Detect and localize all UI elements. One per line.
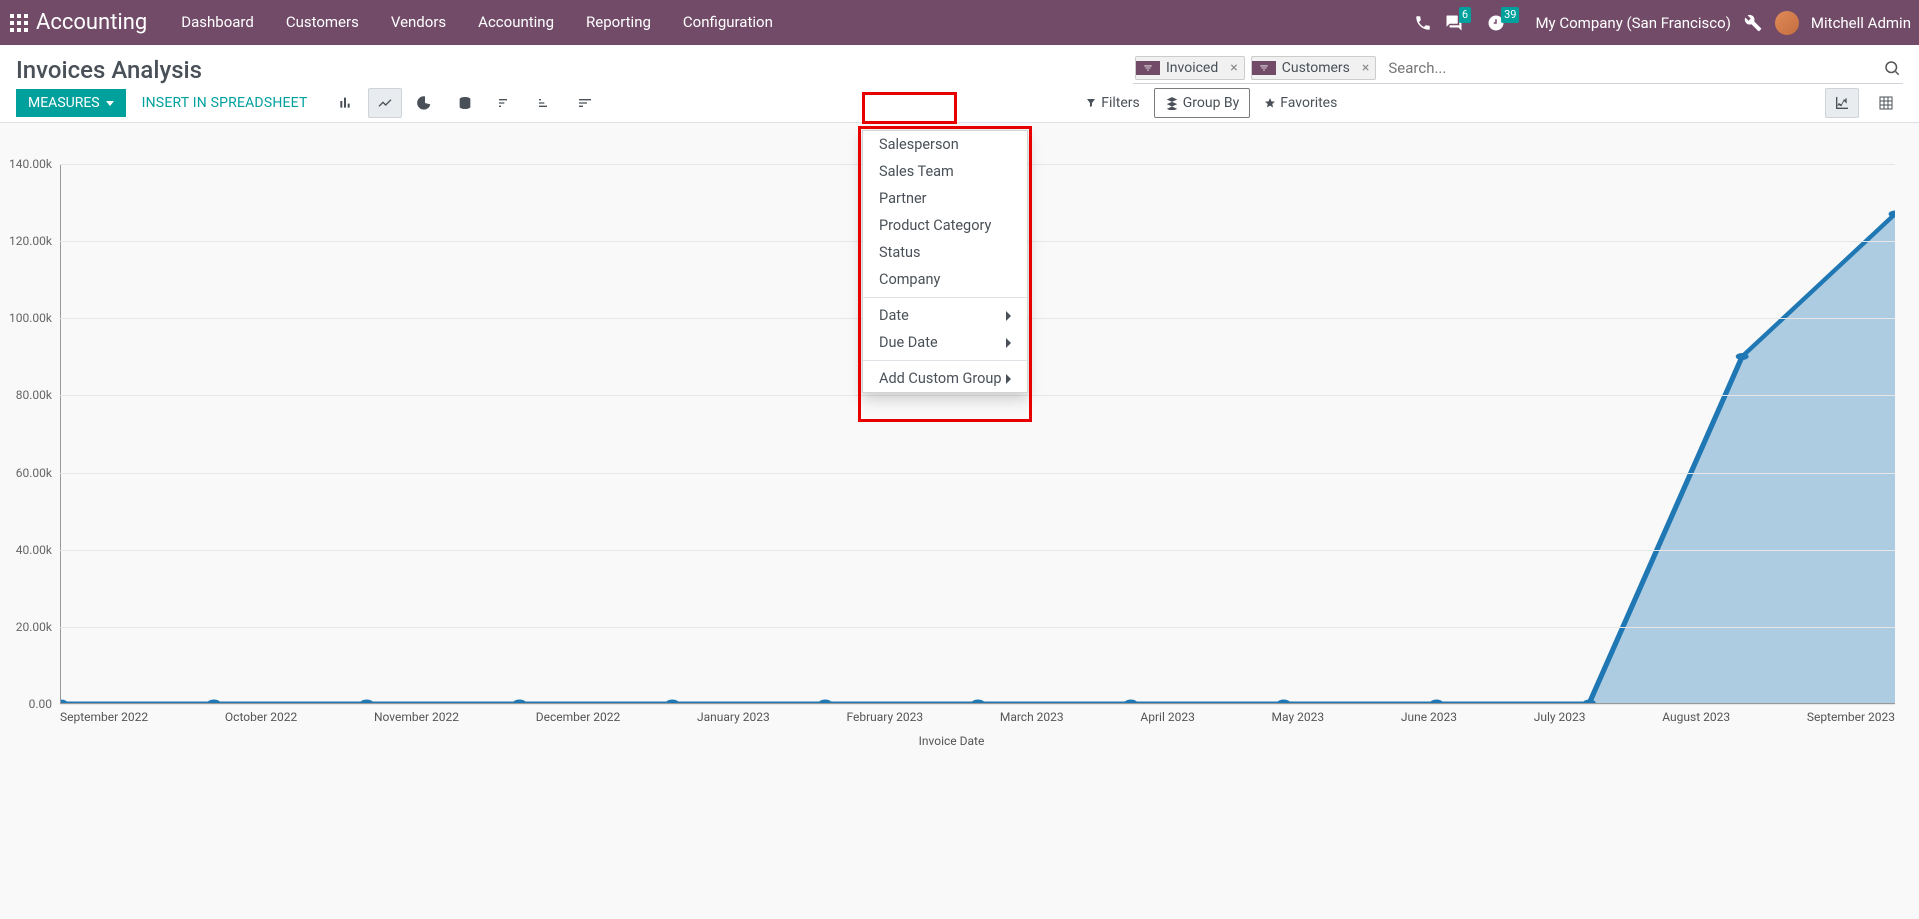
gridline xyxy=(60,550,1895,551)
gridline xyxy=(60,627,1895,628)
groupby-dropdown: Salesperson Sales Team Partner Product C… xyxy=(862,130,1028,393)
caret-right-icon xyxy=(1006,311,1011,321)
pivot-view-button[interactable] xyxy=(1869,88,1903,118)
sort-button[interactable] xyxy=(568,88,602,118)
search-icon[interactable] xyxy=(1881,57,1903,79)
bar-chart-button[interactable] xyxy=(328,88,362,118)
nav-links: Dashboard Customers Vendors Accounting R… xyxy=(167,0,787,45)
line-chart-button[interactable] xyxy=(368,88,402,118)
x-tick: February 2023 xyxy=(846,704,923,724)
messages-badge: 6 xyxy=(1459,7,1471,23)
y-tick: 100.00k xyxy=(9,311,52,325)
nav-link-dashboard[interactable]: Dashboard xyxy=(167,0,268,45)
x-tick: March 2023 xyxy=(1000,704,1064,724)
x-axis-label: Invoice Date xyxy=(0,734,1903,748)
x-axis: September 2022 October 2022 November 2022 D… xyxy=(60,704,1895,724)
debug-icon[interactable] xyxy=(1743,13,1763,33)
facet-remove[interactable]: × xyxy=(1224,57,1243,79)
x-tick: January 2023 xyxy=(697,704,770,724)
funnel-icon xyxy=(1252,61,1276,75)
ascending-button[interactable] xyxy=(488,88,522,118)
y-axis: 0.0020.00k40.00k60.00k80.00k100.00k120.0… xyxy=(0,164,60,704)
search-facet-customers: Customers × xyxy=(1251,56,1377,80)
groupby-item-salesperson[interactable]: Salesperson xyxy=(863,131,1027,158)
x-tick: April 2023 xyxy=(1140,704,1194,724)
x-tick: June 2023 xyxy=(1401,704,1457,724)
x-tick: September 2022 xyxy=(60,704,148,724)
groupby-item-productcategory[interactable]: Product Category xyxy=(863,212,1027,239)
groupby-item-date[interactable]: Date xyxy=(863,302,1027,329)
search-facet-invoiced: Invoiced × xyxy=(1135,56,1245,80)
avatar[interactable] xyxy=(1775,11,1799,35)
caret-down-icon xyxy=(106,101,114,106)
y-tick: 20.00k xyxy=(16,620,52,634)
y-tick: 80.00k xyxy=(16,388,52,402)
groupby-item-status[interactable]: Status xyxy=(863,239,1027,266)
apps-icon[interactable] xyxy=(8,12,30,34)
y-tick: 120.00k xyxy=(9,234,52,248)
view-switcher xyxy=(1821,88,1903,118)
search-input[interactable] xyxy=(1382,55,1875,81)
x-tick: October 2022 xyxy=(225,704,297,724)
favorites-button[interactable]: Favorites xyxy=(1254,89,1347,117)
y-tick: 40.00k xyxy=(16,543,52,557)
x-tick: November 2022 xyxy=(374,704,459,724)
pie-chart-button[interactable] xyxy=(408,88,442,118)
company-selector[interactable]: My Company (San Francisco) xyxy=(1535,14,1730,32)
nav-link-accounting[interactable]: Accounting xyxy=(464,0,568,45)
groupby-item-company[interactable]: Company xyxy=(863,266,1027,293)
x-tick: May 2023 xyxy=(1272,704,1325,724)
x-tick: July 2023 xyxy=(1534,704,1586,724)
gridline xyxy=(60,473,1895,474)
control-panel: Invoices Analysis Invoiced × Customers × xyxy=(0,45,1919,123)
facet-remove[interactable]: × xyxy=(1356,57,1375,79)
groupby-item-salesteam[interactable]: Sales Team xyxy=(863,158,1027,185)
groupby-button[interactable]: Group By xyxy=(1154,88,1251,118)
y-tick: 140.00k xyxy=(9,157,52,171)
x-tick: September 2023 xyxy=(1807,704,1895,724)
measures-button[interactable]: MEASURES xyxy=(16,89,126,117)
nav-link-configuration[interactable]: Configuration xyxy=(669,0,787,45)
graph-view-button[interactable] xyxy=(1825,88,1859,118)
support-icon[interactable] xyxy=(1413,13,1433,33)
search-area: Invoiced × Customers × xyxy=(1133,55,1903,84)
messages-button[interactable]: 6 xyxy=(1445,14,1475,32)
facet-label: Customers xyxy=(1276,57,1356,79)
filters-button[interactable]: Filters xyxy=(1075,89,1150,117)
x-tick: August 2023 xyxy=(1662,704,1730,724)
nav-link-vendors[interactable]: Vendors xyxy=(377,0,460,45)
funnel-icon xyxy=(1136,61,1160,75)
groupby-add-custom[interactable]: Add Custom Group xyxy=(863,365,1027,392)
caret-right-icon xyxy=(1006,338,1011,348)
facet-label: Invoiced xyxy=(1160,57,1224,79)
nav-right: 6 39 My Company (San Francisco) Mitchell… xyxy=(1413,11,1911,35)
y-tick: 0.00 xyxy=(29,697,52,711)
activities-badge: 39 xyxy=(1501,7,1519,23)
descending-button[interactable] xyxy=(528,88,562,118)
activities-button[interactable]: 39 xyxy=(1487,14,1523,32)
stacked-button[interactable] xyxy=(448,88,482,118)
cp-left: MEASURES INSERT IN SPREADSHEET xyxy=(16,88,602,118)
menu-separator xyxy=(863,360,1027,361)
search-options: Filters Group By Favorites xyxy=(1075,88,1347,118)
menu-separator xyxy=(863,297,1027,298)
x-tick: December 2022 xyxy=(536,704,621,724)
caret-right-icon xyxy=(1006,374,1011,384)
y-tick: 60.00k xyxy=(16,466,52,480)
groupby-item-duedate[interactable]: Due Date xyxy=(863,329,1027,356)
nav-link-customers[interactable]: Customers xyxy=(272,0,373,45)
groupby-item-partner[interactable]: Partner xyxy=(863,185,1027,212)
brand[interactable]: Accounting xyxy=(36,10,147,35)
gridline xyxy=(60,395,1895,396)
insert-spreadsheet-button[interactable]: INSERT IN SPREADSHEET xyxy=(128,89,322,117)
user-menu[interactable]: Mitchell Admin xyxy=(1811,14,1911,32)
page-title: Invoices Analysis xyxy=(16,56,202,84)
nav-link-reporting[interactable]: Reporting xyxy=(572,0,665,45)
navbar: Accounting Dashboard Customers Vendors A… xyxy=(0,0,1919,45)
